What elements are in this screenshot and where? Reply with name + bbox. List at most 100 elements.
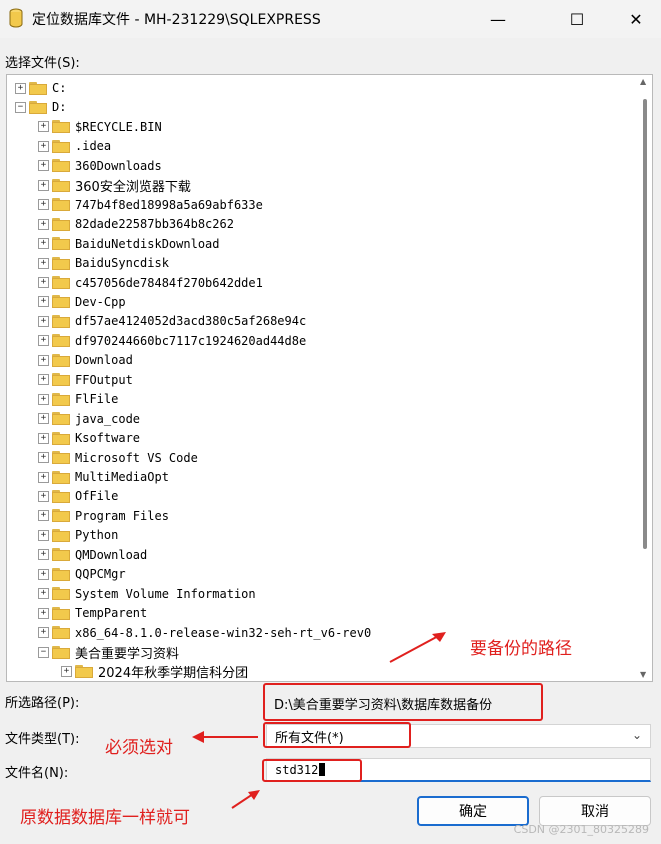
tree-node[interactable]: − 美合重要学习资料 — [38, 643, 180, 662]
folder-icon — [29, 100, 47, 114]
expand-icon[interactable]: + — [38, 413, 49, 425]
expand-icon[interactable]: + — [38, 471, 49, 483]
tree-node[interactable]: +747b4f8ed18998a5a69abf633e — [38, 196, 263, 214]
expand-icon[interactable]: + — [38, 588, 49, 600]
tree-node[interactable]: +360安全浏览器下载 — [38, 176, 191, 195]
expand-icon[interactable]: + — [15, 82, 26, 94]
arrow-to-name-icon — [231, 790, 260, 809]
expand-icon[interactable]: + — [38, 568, 49, 580]
tree-node[interactable]: + $RECYCLE.BIN — [38, 118, 162, 136]
type-annotation: 必须选对 — [105, 738, 173, 758]
tree-node[interactable]: + Ksoftware — [38, 429, 140, 447]
vertical-scrollbar[interactable]: ▲ ▼ — [638, 75, 652, 681]
tree-node[interactable]: + Microsoft VS Code — [38, 449, 198, 467]
tree-node[interactable]: + df970244660bc7117c1924620ad44d8e — [38, 332, 306, 350]
expand-icon[interactable]: + — [38, 218, 49, 230]
expand-icon[interactable]: + — [38, 393, 49, 405]
expand-icon[interactable]: + — [38, 315, 49, 327]
tree-node[interactable]: + TempParent — [38, 604, 147, 622]
expand-icon[interactable]: + — [38, 529, 49, 541]
chevron-down-icon[interactable]: ⌄ — [632, 728, 642, 742]
name-highlight-box — [262, 759, 362, 782]
expand-icon[interactable]: + — [38, 199, 49, 211]
tree-node-label: $RECYCLE.BIN — [75, 119, 162, 134]
tree-node[interactable]: + MultiMediaOpt — [38, 468, 169, 486]
expand-icon[interactable]: + — [38, 432, 49, 444]
expand-icon[interactable]: + — [61, 666, 72, 677]
ok-button[interactable]: 确定 — [417, 796, 529, 826]
expand-icon[interactable]: + — [38, 452, 49, 464]
file-name-label: 文件名(N): — [5, 766, 69, 781]
folder-icon — [52, 451, 70, 465]
expand-icon[interactable]: + — [38, 296, 49, 308]
expand-icon[interactable]: + — [38, 179, 49, 191]
folder-icon — [52, 587, 70, 601]
tree-node[interactable]: + BaiduNetdiskDownload — [38, 235, 220, 253]
folder-icon — [52, 159, 70, 173]
tree-node[interactable]: + C: — [15, 79, 66, 97]
tree-node[interactable]: +82dade22587bb364b8c262 — [38, 215, 234, 233]
expand-icon[interactable]: + — [38, 160, 49, 172]
collapse-icon[interactable]: − — [15, 101, 26, 113]
folder-icon — [52, 392, 70, 406]
expand-icon[interactable]: + — [38, 374, 49, 386]
tree-node-label: Dev-Cpp — [75, 294, 126, 309]
expand-icon[interactable]: + — [38, 627, 49, 639]
path-annotation: 要备份的路径 — [470, 639, 572, 659]
tree-node[interactable]: + System Volume Information — [38, 585, 256, 603]
tree-node[interactable]: + df57ae4124052d3acd380c5af268e94c — [38, 312, 306, 330]
collapse-icon[interactable]: − — [38, 646, 49, 658]
expand-icon[interactable]: + — [38, 335, 49, 347]
tree-node[interactable]: + c457056de78484f270b642dde1 — [38, 274, 263, 292]
tree-node[interactable]: − D: — [15, 98, 66, 116]
folder-icon — [52, 276, 70, 289]
tree-node[interactable]: + QMDownload — [38, 546, 147, 564]
tree-node[interactable]: + Download — [38, 351, 133, 369]
scroll-down-arrow-icon[interactable]: ▼ — [640, 670, 646, 679]
folder-icon — [52, 120, 70, 134]
expand-icon[interactable]: + — [38, 257, 49, 269]
tree-node[interactable]: + Program Files — [38, 507, 169, 525]
expand-icon[interactable]: + — [38, 510, 49, 522]
tree-node-label: MultiMediaOpt — [75, 470, 169, 484]
tree-node-label: FFOutput — [75, 372, 133, 387]
expand-icon[interactable]: + — [38, 549, 49, 561]
tree-node-label: c457056de78484f270b642dde1 — [75, 275, 263, 290]
expand-icon[interactable]: + — [38, 354, 49, 366]
tree-node[interactable]: + java_code — [38, 410, 140, 428]
tree-node[interactable]: + x86_64-8.1.0-release-win32-seh-rt_v6-re… — [38, 624, 371, 642]
folder-icon — [52, 237, 70, 251]
tree-node[interactable]: +360Downloads — [38, 157, 162, 175]
close-button[interactable]: ✕ — [613, 0, 659, 38]
tree-node-label: C: — [52, 81, 67, 95]
expand-icon[interactable]: + — [38, 238, 49, 250]
path-highlight-box — [263, 683, 543, 721]
expand-icon[interactable]: + — [38, 490, 49, 502]
cancel-button[interactable]: 取消 — [539, 796, 651, 826]
tree-node-label: 82dade22587bb364b8c262 — [75, 217, 234, 232]
maximize-button[interactable]: ☐ — [554, 0, 600, 38]
folder-icon — [52, 470, 70, 484]
watermark: CSDN @2301_80325289 — [513, 823, 649, 836]
tree-node[interactable]: +2024年秋季学期信科分团 — [61, 663, 248, 681]
tree-node[interactable]: + QQPCMgr — [38, 565, 126, 583]
tree-node[interactable]: + .idea — [38, 137, 111, 155]
expand-icon[interactable]: + — [38, 140, 49, 152]
tree-node[interactable]: + OfFile — [38, 487, 118, 505]
scrollbar-thumb[interactable] — [643, 99, 647, 549]
folder-tree[interactable]: + C: − D: + $RECYCLE.BIN + .idea +360Downloads +3… — [6, 74, 653, 682]
tree-node[interactable]: + FFOutput — [38, 371, 133, 389]
expand-icon[interactable]: + — [38, 607, 49, 619]
expand-icon[interactable]: + — [38, 277, 49, 288]
tree-node[interactable]: + BaiduSyncdisk — [38, 254, 169, 272]
tree-node[interactable]: + Python — [38, 526, 118, 544]
folder-icon — [52, 295, 70, 309]
folder-icon — [52, 314, 70, 328]
minimize-button[interactable]: — — [475, 0, 521, 38]
expand-icon[interactable]: + — [38, 121, 49, 133]
tree-node[interactable]: + FlFile — [38, 390, 118, 408]
scroll-up-arrow-icon[interactable]: ▲ — [640, 77, 646, 86]
tree-node[interactable]: + Dev-Cpp — [38, 293, 126, 311]
tree-node-label: 美合重要学习资料 — [75, 646, 180, 662]
folder-icon — [52, 178, 70, 192]
